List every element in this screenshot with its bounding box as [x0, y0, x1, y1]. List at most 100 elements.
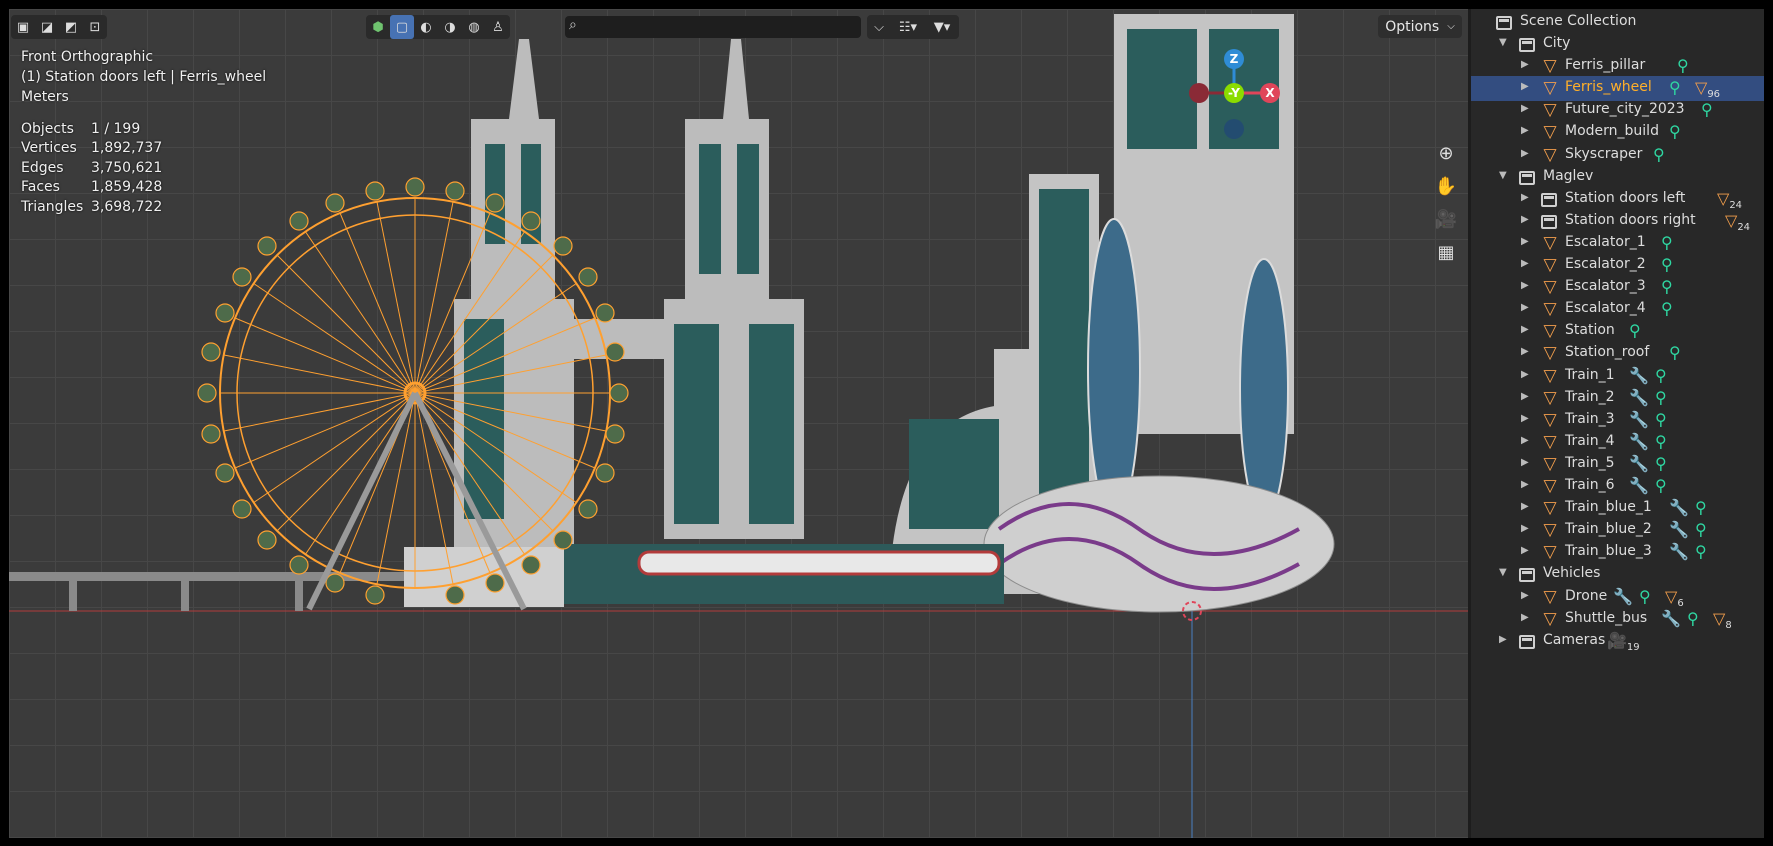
- modifier-icon[interactable]: 🔧: [1613, 587, 1633, 606]
- mesh-data-icon[interactable]: ⚲: [1669, 343, 1681, 362]
- outliner-panel[interactable]: Scene Collection ▼ City ▶ ▽ Ferris_pillar ⚲ ▶ ▽…: [1471, 9, 1764, 838]
- mesh-data-icon[interactable]: ⚲: [1669, 122, 1681, 141]
- expand-arrow-icon[interactable]: ▶: [1521, 501, 1529, 512]
- restrict-toggle-icon[interactable]: ⌵: [867, 15, 891, 39]
- mesh-data-icon[interactable]: ⚲: [1661, 255, 1673, 274]
- expand-arrow-icon[interactable]: ▶: [1521, 479, 1529, 490]
- outliner-row[interactable]: ▶ Cameras 🎥19: [1471, 629, 1764, 654]
- mesh-data-icon[interactable]: ⚲: [1655, 388, 1667, 407]
- outliner-row-label: Train_6: [1565, 477, 1615, 493]
- mesh-data-icon[interactable]: ⚲: [1661, 233, 1673, 252]
- mesh-data-icon[interactable]: ⚲: [1655, 410, 1667, 429]
- render-engine-icon[interactable]: ♙: [486, 15, 510, 39]
- modifier-icon[interactable]: 🔧: [1629, 366, 1649, 385]
- object-icon: ▽: [1543, 232, 1557, 253]
- mesh-data-icon[interactable]: ⚲: [1655, 454, 1667, 473]
- camera-group-icon[interactable]: 🎥19: [1607, 631, 1640, 653]
- mesh-data-icon[interactable]: ⚲: [1661, 299, 1673, 318]
- neg-x-axis-icon[interactable]: [1189, 83, 1209, 103]
- modifier-icon[interactable]: 🔧: [1629, 432, 1649, 451]
- xray-toggle-icon[interactable]: ▢: [390, 15, 414, 39]
- mesh-data-icon[interactable]: ⚲: [1655, 432, 1667, 451]
- x-axis-icon[interactable]: X: [1260, 83, 1280, 103]
- mesh-data-icon[interactable]: ⚲: [1629, 321, 1641, 340]
- children-icon[interactable]: ▽24: [1717, 189, 1742, 211]
- select-new-icon[interactable]: ▣: [11, 15, 35, 39]
- ortho-toggle-icon[interactable]: ▦: [1433, 239, 1459, 265]
- select-subtract-icon[interactable]: ◩: [59, 15, 83, 39]
- object-icon: ▽: [1543, 520, 1557, 541]
- material-shading-icon[interactable]: ◑: [438, 15, 462, 39]
- select-extend-icon[interactable]: ◪: [35, 15, 59, 39]
- options-dropdown[interactable]: Options ⌵: [1378, 15, 1462, 38]
- expand-arrow-icon[interactable]: ▶: [1521, 148, 1529, 159]
- expand-arrow-icon[interactable]: ▶: [1521, 612, 1529, 623]
- mesh-data-icon[interactable]: ⚲: [1695, 520, 1707, 539]
- display-mode-icon[interactable]: ☷▾: [891, 15, 925, 39]
- modifier-icon[interactable]: 🔧: [1629, 388, 1649, 407]
- chevron-down-icon: ⌵: [1447, 21, 1455, 32]
- modifier-icon[interactable]: 🔧: [1629, 476, 1649, 495]
- expand-arrow-icon[interactable]: ▶: [1521, 523, 1529, 534]
- expand-arrow-icon[interactable]: ▶: [1521, 590, 1529, 601]
- mesh-data-icon[interactable]: ⚲: [1687, 609, 1699, 628]
- camera-view-icon[interactable]: 🎥: [1433, 206, 1459, 232]
- zoom-icon[interactable]: ⊕: [1433, 140, 1459, 166]
- mesh-data-icon[interactable]: ⚲: [1669, 78, 1681, 97]
- z-axis-icon[interactable]: Z: [1224, 49, 1244, 69]
- expand-arrow-icon[interactable]: ▶: [1521, 369, 1529, 380]
- expand-arrow-icon[interactable]: ▶: [1521, 391, 1529, 402]
- mesh-data-icon[interactable]: ⚲: [1695, 542, 1707, 561]
- expand-arrow-icon[interactable]: ▶: [1521, 103, 1529, 114]
- rendered-shading-icon[interactable]: ◍: [462, 15, 486, 39]
- modifier-icon[interactable]: 🔧: [1669, 498, 1689, 517]
- neg-y-axis-icon[interactable]: -Y: [1224, 83, 1244, 103]
- neg-z-axis-icon[interactable]: [1224, 119, 1244, 139]
- mesh-data-icon[interactable]: ⚲: [1677, 56, 1689, 75]
- expand-arrow-icon[interactable]: ▶: [1521, 280, 1529, 291]
- expand-arrow-icon[interactable]: ▶: [1521, 457, 1529, 468]
- expand-arrow-icon[interactable]: ▶: [1521, 324, 1529, 335]
- expand-arrow-icon[interactable]: ▶: [1521, 346, 1529, 357]
- collapse-arrow-icon[interactable]: ▼: [1499, 567, 1507, 578]
- modifier-icon[interactable]: 🔧: [1669, 520, 1689, 539]
- pan-hand-icon[interactable]: ✋: [1433, 173, 1459, 199]
- children-icon[interactable]: ▽8: [1713, 609, 1732, 631]
- mesh-data-icon[interactable]: ⚲: [1661, 277, 1673, 296]
- children-icon[interactable]: ▽6: [1665, 587, 1684, 609]
- filter-icon[interactable]: ▼▾: [925, 15, 959, 39]
- object-icon: ▽: [1543, 498, 1557, 519]
- expand-arrow-icon[interactable]: ▶: [1521, 302, 1529, 313]
- expand-arrow-icon[interactable]: ▶: [1521, 413, 1529, 424]
- expand-arrow-icon[interactable]: ▶: [1521, 59, 1529, 70]
- mesh-data-icon[interactable]: ⚲: [1695, 498, 1707, 517]
- modifier-icon[interactable]: 🔧: [1661, 609, 1681, 628]
- search-icon: ⌕: [569, 17, 577, 33]
- select-intersect-icon[interactable]: ⊡: [83, 15, 107, 39]
- expand-arrow-icon[interactable]: ▶: [1521, 81, 1529, 92]
- mesh-data-icon[interactable]: ⚲: [1655, 366, 1667, 385]
- collapse-arrow-icon[interactable]: ▼: [1499, 37, 1507, 48]
- modifier-icon[interactable]: 🔧: [1629, 410, 1649, 429]
- expand-arrow-icon[interactable]: ▶: [1521, 192, 1529, 203]
- expand-arrow-icon[interactable]: ▶: [1521, 125, 1529, 136]
- collapse-arrow-icon[interactable]: ▼: [1499, 170, 1507, 181]
- solid-shading-icon[interactable]: ◐: [414, 15, 438, 39]
- children-icon[interactable]: ▽96: [1695, 78, 1720, 100]
- expand-arrow-icon[interactable]: ▶: [1521, 545, 1529, 556]
- search-input[interactable]: ⌕: [565, 16, 861, 38]
- expand-arrow-icon[interactable]: ▶: [1521, 236, 1529, 247]
- modifier-icon[interactable]: 🔧: [1669, 542, 1689, 561]
- mesh-data-icon[interactable]: ⚲: [1639, 587, 1651, 606]
- mesh-data-icon[interactable]: ⚲: [1701, 100, 1713, 119]
- gizmo-toggle-icon[interactable]: ⬢: [366, 15, 390, 39]
- expand-arrow-icon[interactable]: ▶: [1521, 435, 1529, 446]
- modifier-icon[interactable]: 🔧: [1629, 454, 1649, 473]
- expand-arrow-icon[interactable]: ▶: [1521, 214, 1529, 225]
- mesh-data-icon[interactable]: ⚲: [1653, 145, 1665, 164]
- expand-arrow-icon[interactable]: ▶: [1521, 258, 1529, 269]
- children-icon[interactable]: ▽24: [1725, 211, 1750, 233]
- mesh-data-icon[interactable]: ⚲: [1655, 476, 1667, 495]
- 3d-viewport[interactable]: ▣ ◪ ◩ ⊡ ⬢ ▢ ◐ ◑ ◍ ♙ ⌕ ⌵ ☷▾ ▼▾ Options ⌵ …: [9, 9, 1468, 838]
- expand-arrow-icon[interactable]: ▶: [1499, 634, 1507, 645]
